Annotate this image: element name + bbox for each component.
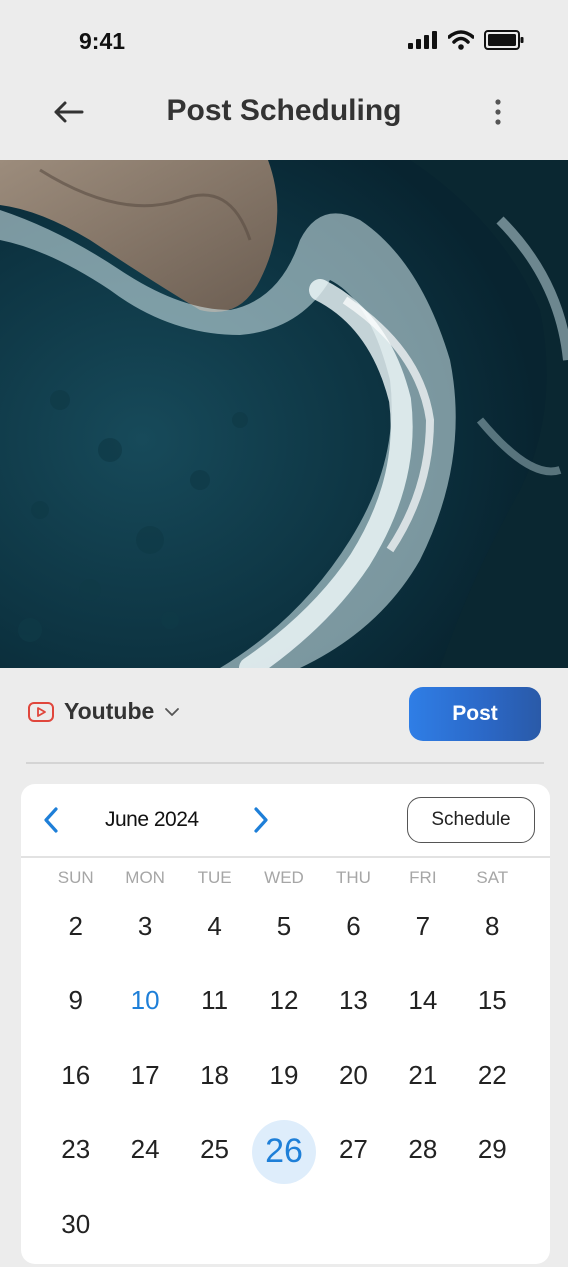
calendar-day[interactable]: 3 <box>110 894 179 969</box>
weekday-label: THU <box>335 868 371 887</box>
calendar-day[interactable]: 28 <box>388 1118 457 1193</box>
calendar-day[interactable]: 13 <box>319 969 388 1044</box>
ocean-rock-image <box>0 160 568 668</box>
status-time: 9:41 <box>79 28 126 54</box>
calendar-card: June 2024 Schedule SUN MON TUE WED THU F… <box>21 784 550 1264</box>
platform-label: Youtube <box>64 698 155 724</box>
weekday-label: WED <box>264 868 304 887</box>
calendar-day[interactable]: 30 <box>41 1192 110 1267</box>
weekday-label: MON <box>125 868 165 887</box>
calendar-day[interactable]: 22 <box>458 1043 527 1118</box>
signal-icon <box>408 31 437 49</box>
calendar-day[interactable]: 2 <box>41 894 110 969</box>
media-preview[interactable] <box>0 160 568 668</box>
next-month-button[interactable] <box>245 804 277 836</box>
youtube-icon <box>28 701 54 722</box>
calendar-days: 2 3 4 5 6 7 8 9 10 11 12 13 14 15 16 17 … <box>41 894 527 1267</box>
chevron-left-icon <box>44 807 58 833</box>
app-bar: Post Scheduling <box>0 80 568 160</box>
month-label: June 2024 <box>105 808 199 831</box>
calendar-day[interactable]: 12 <box>249 969 318 1044</box>
calendar-day[interactable]: 19 <box>249 1043 318 1118</box>
more-vertical-icon <box>495 99 501 125</box>
calendar-day[interactable]: 21 <box>388 1043 457 1118</box>
calendar-day[interactable]: 20 <box>319 1043 388 1118</box>
calendar-day-today[interactable]: 10 <box>110 969 179 1044</box>
calendar-day[interactable]: 29 <box>458 1118 527 1193</box>
calendar-day[interactable]: 11 <box>180 969 249 1044</box>
calendar-day[interactable]: 18 <box>180 1043 249 1118</box>
wifi-icon <box>448 30 474 50</box>
previous-month-button[interactable] <box>35 804 67 836</box>
calendar-day[interactable]: 7 <box>388 894 457 969</box>
calendar-day[interactable]: 5 <box>249 894 318 969</box>
chevron-right-icon <box>254 807 268 833</box>
divider <box>26 762 544 764</box>
calendar-day[interactable]: 17 <box>110 1043 179 1118</box>
weekday-label: SUN <box>57 868 94 887</box>
weekday-label: FRI <box>409 868 437 887</box>
calendar-day[interactable]: 4 <box>180 894 249 969</box>
calendar-day[interactable]: 6 <box>319 894 388 969</box>
weekday-label: SAT <box>476 868 509 887</box>
platform-selector[interactable]: Youtube <box>28 698 180 725</box>
calendar-day[interactable]: 15 <box>458 969 527 1044</box>
calendar-day[interactable]: 24 <box>110 1118 179 1193</box>
calendar-day[interactable]: 25 <box>180 1118 249 1193</box>
status-icons <box>408 30 524 50</box>
schedule-button[interactable]: Schedule <box>407 797 535 843</box>
calendar-day-selected[interactable]: 26 <box>249 1118 318 1193</box>
calendar-day[interactable]: 27 <box>319 1118 388 1193</box>
more-options-button[interactable] <box>480 94 516 130</box>
post-button[interactable]: Post <box>409 687 541 741</box>
battery-icon <box>484 30 524 50</box>
platform-row: Youtube Post <box>0 668 568 763</box>
calendar-day[interactable]: 16 <box>41 1043 110 1118</box>
calendar-day[interactable]: 8 <box>458 894 527 969</box>
calendar-day[interactable]: 23 <box>41 1118 110 1193</box>
calendar-header: June 2024 Schedule <box>21 784 550 858</box>
calendar-day[interactable]: 14 <box>388 969 457 1044</box>
status-bar: 9:41 <box>0 0 568 80</box>
chevron-down-icon <box>165 707 180 716</box>
calendar-day[interactable]: 9 <box>41 969 110 1044</box>
weekday-header: SUN MON TUE WED THU FRI SAT <box>41 868 527 888</box>
weekday-label: TUE <box>197 868 232 887</box>
